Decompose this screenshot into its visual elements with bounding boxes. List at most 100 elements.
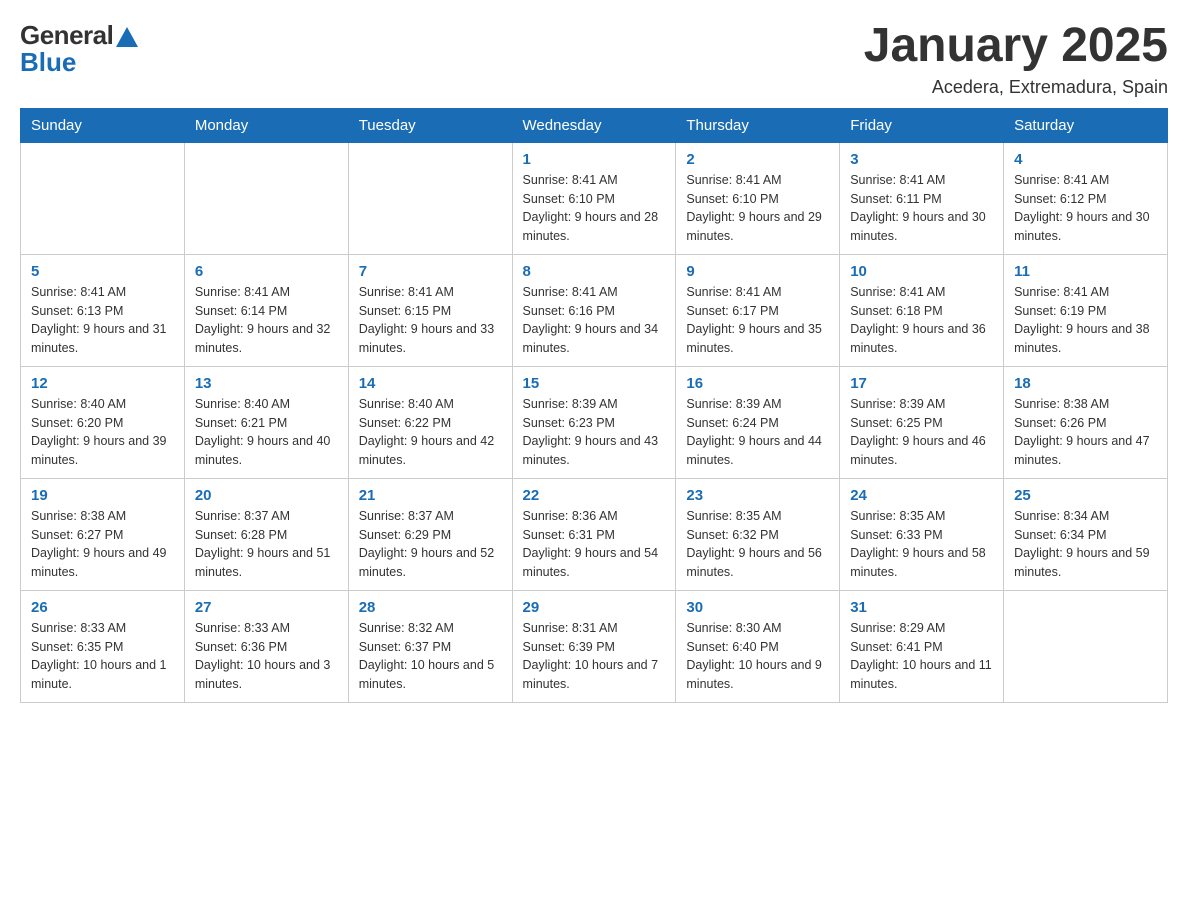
calendar-cell: 4 Sunrise: 8:41 AM Sunset: 6:12 PM Daylig… — [1004, 142, 1168, 254]
calendar-cell: 23 Sunrise: 8:35 AM Sunset: 6:32 PM Dayli… — [676, 478, 840, 590]
calendar-cell: 22 Sunrise: 8:36 AM Sunset: 6:31 PM Dayli… — [512, 478, 676, 590]
day-number: 6 — [195, 263, 338, 280]
day-info: Sunrise: 8:41 AM Sunset: 6:11 PM Dayligh… — [850, 171, 993, 246]
day-info: Sunrise: 8:41 AM Sunset: 6:16 PM Dayligh… — [523, 283, 666, 358]
calendar-cell: 7Sunrise: 8:41 AM Sunset: 6:15 PM Daylig… — [348, 254, 512, 366]
day-number: 7 — [359, 263, 502, 280]
calendar-week-row: 12Sunrise: 8:40 AM Sunset: 6:20 PM Dayli… — [21, 366, 1168, 478]
day-info: Sunrise: 8:38 AM Sunset: 6:26 PM Dayligh… — [1014, 395, 1157, 470]
day-info: Sunrise: 8:34 AM Sunset: 6:34 PM Dayligh… — [1014, 507, 1157, 582]
day-number: 12 — [31, 375, 174, 392]
calendar-header-monday: Monday — [184, 108, 348, 142]
day-info: Sunrise: 8:41 AM Sunset: 6:19 PM Dayligh… — [1014, 283, 1157, 358]
calendar-cell: 10 Sunrise: 8:41 AM Sunset: 6:18 PM Dayli… — [840, 254, 1004, 366]
title-block: January 2025 Acedera, Extremadura, Spain — [864, 20, 1168, 98]
calendar-cell: 27Sunrise: 8:33 AM Sunset: 6:36 PM Dayli… — [184, 590, 348, 702]
calendar-week-row: 26 Sunrise: 8:33 AM Sunset: 6:35 PM Dayli… — [21, 590, 1168, 702]
day-info: Sunrise: 8:41 AM Sunset: 6:13 PM Dayligh… — [31, 283, 174, 358]
calendar-header-thursday: Thursday — [676, 108, 840, 142]
day-number: 11 — [1014, 263, 1157, 280]
day-info: Sunrise: 8:41 AM Sunset: 6:18 PM Dayligh… — [850, 283, 993, 358]
calendar-cell: 30 Sunrise: 8:30 AM Sunset: 6:40 PM Dayli… — [676, 590, 840, 702]
calendar-cell: 18 Sunrise: 8:38 AM Sunset: 6:26 PM Dayli… — [1004, 366, 1168, 478]
calendar-cell: 2Sunrise: 8:41 AM Sunset: 6:10 PM Daylig… — [676, 142, 840, 254]
day-info: Sunrise: 8:41 AM Sunset: 6:17 PM Dayligh… — [686, 283, 829, 358]
calendar-title: January 2025 — [864, 20, 1168, 73]
day-info: Sunrise: 8:40 AM Sunset: 6:22 PM Dayligh… — [359, 395, 502, 470]
day-number: 8 — [523, 263, 666, 280]
day-number: 2 — [686, 151, 829, 168]
calendar-header-saturday: Saturday — [1004, 108, 1168, 142]
calendar-cell: 13Sunrise: 8:40 AM Sunset: 6:21 PM Dayli… — [184, 366, 348, 478]
day-number: 10 — [850, 263, 993, 280]
calendar-cell: 14 Sunrise: 8:40 AM Sunset: 6:22 PM Dayli… — [348, 366, 512, 478]
day-number: 18 — [1014, 375, 1157, 392]
calendar-cell: 17 Sunrise: 8:39 AM Sunset: 6:25 PM Dayli… — [840, 366, 1004, 478]
day-info: Sunrise: 8:37 AM Sunset: 6:28 PM Dayligh… — [195, 507, 338, 582]
day-info: Sunrise: 8:33 AM Sunset: 6:35 PM Dayligh… — [31, 619, 174, 694]
calendar-cell: 6 Sunrise: 8:41 AM Sunset: 6:14 PM Daylig… — [184, 254, 348, 366]
day-number: 9 — [686, 263, 829, 280]
day-info: Sunrise: 8:39 AM Sunset: 6:25 PM Dayligh… — [850, 395, 993, 470]
day-number: 17 — [850, 375, 993, 392]
calendar-cell: 3Sunrise: 8:41 AM Sunset: 6:11 PM Daylig… — [840, 142, 1004, 254]
day-number: 29 — [523, 599, 666, 616]
day-info: Sunrise: 8:37 AM Sunset: 6:29 PM Dayligh… — [359, 507, 502, 582]
calendar-cell — [348, 142, 512, 254]
calendar-cell: 24 Sunrise: 8:35 AM Sunset: 6:33 PM Dayli… — [840, 478, 1004, 590]
day-number: 23 — [686, 487, 829, 504]
day-number: 21 — [359, 487, 502, 504]
day-info: Sunrise: 8:29 AM Sunset: 6:41 PM Dayligh… — [850, 619, 993, 694]
calendar-cell: 12Sunrise: 8:40 AM Sunset: 6:20 PM Dayli… — [21, 366, 185, 478]
day-info: Sunrise: 8:41 AM Sunset: 6:14 PM Dayligh… — [195, 283, 338, 358]
day-number: 5 — [31, 263, 174, 280]
calendar-cell — [184, 142, 348, 254]
calendar-cell: 9 Sunrise: 8:41 AM Sunset: 6:17 PM Daylig… — [676, 254, 840, 366]
calendar-cell — [1004, 590, 1168, 702]
logo-triangle-icon — [116, 27, 138, 47]
calendar-cell: 11 Sunrise: 8:41 AM Sunset: 6:19 PM Dayli… — [1004, 254, 1168, 366]
day-number: 15 — [523, 375, 666, 392]
calendar-cell: 20 Sunrise: 8:37 AM Sunset: 6:28 PM Dayli… — [184, 478, 348, 590]
day-info: Sunrise: 8:35 AM Sunset: 6:32 PM Dayligh… — [686, 507, 829, 582]
day-number: 14 — [359, 375, 502, 392]
calendar-header-row: SundayMondayTuesdayWednesdayThursdayFrid… — [21, 108, 1168, 142]
day-number: 25 — [1014, 487, 1157, 504]
calendar-cell: 25 Sunrise: 8:34 AM Sunset: 6:34 PM Dayli… — [1004, 478, 1168, 590]
calendar-cell: 26 Sunrise: 8:33 AM Sunset: 6:35 PM Dayli… — [21, 590, 185, 702]
calendar-cell: 19Sunrise: 8:38 AM Sunset: 6:27 PM Dayli… — [21, 478, 185, 590]
logo-blue-text: Blue — [20, 47, 76, 78]
calendar-cell: 31 Sunrise: 8:29 AM Sunset: 6:41 PM Dayli… — [840, 590, 1004, 702]
day-info: Sunrise: 8:41 AM Sunset: 6:10 PM Dayligh… — [523, 171, 666, 246]
day-info: Sunrise: 8:39 AM Sunset: 6:24 PM Dayligh… — [686, 395, 829, 470]
day-number: 30 — [686, 599, 829, 616]
calendar-cell: 21 Sunrise: 8:37 AM Sunset: 6:29 PM Dayli… — [348, 478, 512, 590]
day-info: Sunrise: 8:40 AM Sunset: 6:21 PM Dayligh… — [195, 395, 338, 470]
day-number: 20 — [195, 487, 338, 504]
day-info: Sunrise: 8:30 AM Sunset: 6:40 PM Dayligh… — [686, 619, 829, 694]
page-header: General Blue January 2025 Acedera, Extre… — [20, 20, 1168, 98]
calendar-header-wednesday: Wednesday — [512, 108, 676, 142]
day-number: 4 — [1014, 151, 1157, 168]
calendar-table: SundayMondayTuesdayWednesdayThursdayFrid… — [20, 108, 1168, 703]
day-number: 26 — [31, 599, 174, 616]
calendar-cell: 29 Sunrise: 8:31 AM Sunset: 6:39 PM Dayli… — [512, 590, 676, 702]
day-info: Sunrise: 8:31 AM Sunset: 6:39 PM Dayligh… — [523, 619, 666, 694]
day-number: 31 — [850, 599, 993, 616]
day-number: 22 — [523, 487, 666, 504]
day-info: Sunrise: 8:36 AM Sunset: 6:31 PM Dayligh… — [523, 507, 666, 582]
calendar-cell: 28Sunrise: 8:32 AM Sunset: 6:37 PM Dayli… — [348, 590, 512, 702]
day-number: 24 — [850, 487, 993, 504]
day-info: Sunrise: 8:35 AM Sunset: 6:33 PM Dayligh… — [850, 507, 993, 582]
day-info: Sunrise: 8:41 AM Sunset: 6:12 PM Dayligh… — [1014, 171, 1157, 246]
calendar-week-row: 19Sunrise: 8:38 AM Sunset: 6:27 PM Dayli… — [21, 478, 1168, 590]
calendar-header-sunday: Sunday — [21, 108, 185, 142]
calendar-header-tuesday: Tuesday — [348, 108, 512, 142]
calendar-cell: 15Sunrise: 8:39 AM Sunset: 6:23 PM Dayli… — [512, 366, 676, 478]
day-number: 1 — [523, 151, 666, 168]
calendar-week-row: 5 Sunrise: 8:41 AM Sunset: 6:13 PM Daylig… — [21, 254, 1168, 366]
day-info: Sunrise: 8:38 AM Sunset: 6:27 PM Dayligh… — [31, 507, 174, 582]
calendar-header-friday: Friday — [840, 108, 1004, 142]
calendar-cell — [21, 142, 185, 254]
day-number: 28 — [359, 599, 502, 616]
